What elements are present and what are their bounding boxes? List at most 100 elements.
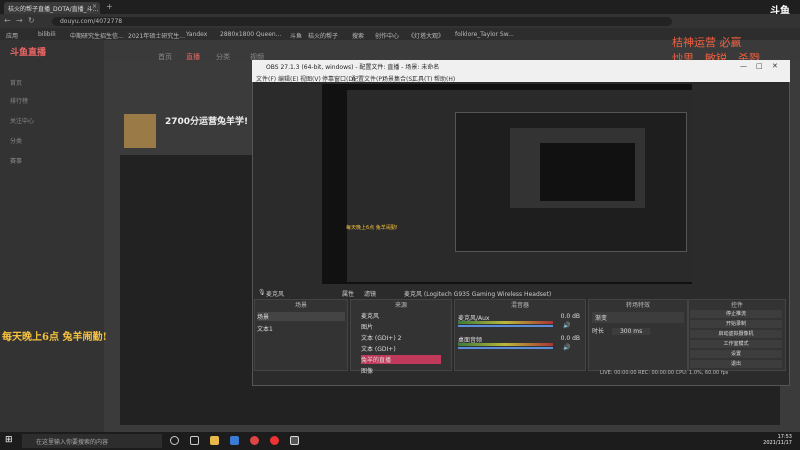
taskbar-search[interactable]: 在这里输入你要搜索的内容 xyxy=(22,434,162,448)
studio-mode-button[interactable]: 工作室模式 xyxy=(690,340,782,348)
close-icon[interactable]: ✕ xyxy=(772,62,778,70)
source-item[interactable]: 文本 (GDI+) 2 xyxy=(361,333,441,342)
promo-text: 每天晚上6点 兔羊闹勤! xyxy=(2,332,107,343)
nav-category[interactable]: 分类 xyxy=(216,52,230,62)
menu-edit[interactable]: 编辑(E) xyxy=(278,74,298,83)
obs-taskbar-icon[interactable] xyxy=(290,436,299,445)
sidebar-item-events[interactable]: 赛事 xyxy=(10,156,22,165)
toolbar-source-name: 麦克风 xyxy=(266,291,285,298)
bookmark[interactable]: folklore_Taylor Sw... xyxy=(455,31,514,38)
streamer-avatar[interactable] xyxy=(124,114,156,148)
edge-icon[interactable] xyxy=(230,436,239,445)
sources-dock: 来源 麦克风 图片 文本 (GDI+) 2 文本 (GDI+) 兔羊的直播 图像 xyxy=(350,299,452,375)
bookmark[interactable]: 创作中心 xyxy=(375,31,399,40)
menu-docks[interactable]: 停靠窗口(D) xyxy=(322,74,355,83)
source-item[interactable]: 图像 xyxy=(361,366,441,375)
sources-header: 来源 xyxy=(394,302,407,309)
transitions-dock: 转场特效 渐变 时长 300 ms xyxy=(588,299,688,371)
new-tab-icon[interactable]: + xyxy=(106,2,113,11)
bookmark[interactable]: 桔火的帮子 xyxy=(308,31,338,40)
nav-home[interactable]: 首页 xyxy=(158,52,172,62)
menu-scene-collection[interactable]: 场景集合(S) xyxy=(382,74,415,83)
sidebar-item-follow[interactable]: 关注中心 xyxy=(10,116,34,125)
duration-label: 时长 xyxy=(592,328,605,335)
minimize-icon[interactable]: — xyxy=(740,62,747,70)
source-item-selected[interactable]: 兔羊的直播 xyxy=(361,355,441,364)
scenes-header: 场景 xyxy=(294,302,307,309)
netease-music-icon[interactable] xyxy=(270,436,279,445)
clock-date: 2021/11/17 xyxy=(763,440,792,446)
speaker-icon[interactable]: 🔊 xyxy=(563,344,570,351)
mixer-dock: 混音器 麦克风/Aux 0.0 dB 🔊 桌面音频 0.0 dB 🔊 xyxy=(454,299,586,371)
filters-button[interactable]: 滤镜 xyxy=(364,289,376,298)
scenes-dock: 场景 场景 文本1 xyxy=(254,299,348,371)
sidebar-item-category[interactable]: 分类 xyxy=(10,136,22,145)
menu-view[interactable]: 视图(V) xyxy=(300,74,321,83)
tab-bar xyxy=(0,0,800,14)
menu-file[interactable]: 文件(F) xyxy=(256,74,276,83)
mixer-header: 混音器 xyxy=(510,302,529,309)
url-field[interactable]: douyu.com/4072778 xyxy=(52,17,672,26)
controls-header: 控件 xyxy=(730,302,743,309)
preview-overlay-text: 每天晚上6点 兔羊闹勤! xyxy=(346,225,398,231)
transition-select[interactable]: 渐变 xyxy=(592,312,684,323)
menu-tools[interactable]: 工具(T) xyxy=(412,74,432,83)
nav-live[interactable]: 直播 xyxy=(186,52,200,62)
volume-slider[interactable] xyxy=(458,325,553,327)
task-view-icon[interactable] xyxy=(190,436,199,445)
bookmark[interactable]: 斗鱼 xyxy=(290,31,302,40)
volume-meter xyxy=(458,321,553,324)
start-virtual-camera-button[interactable]: 启动虚拟摄像机 xyxy=(690,330,782,338)
bookmark[interactable]: 搜索 xyxy=(352,31,364,40)
obs-title-bar: OBS 27.1.3 (64-bit, windows) - 配置文件: 直播 … xyxy=(252,60,790,72)
sidebar-item-home[interactable]: 首页 xyxy=(10,78,22,87)
settings-button[interactable]: 设置 xyxy=(690,350,782,358)
duration-input[interactable]: 300 ms xyxy=(611,328,651,335)
source-item[interactable]: 文本 (GDI+) xyxy=(361,344,441,353)
browser-tab[interactable]: 桔火的帮子直播_DOTA/直播_斗... xyxy=(4,2,100,14)
scene-item[interactable]: 文本1 xyxy=(257,324,345,333)
maximize-icon[interactable]: □ xyxy=(756,62,763,70)
forward-icon[interactable]: → xyxy=(16,16,23,25)
bookmark-apps[interactable]: 应用 xyxy=(6,31,18,40)
source-item[interactable]: 麦克风 xyxy=(361,311,441,320)
start-recording-button[interactable]: 开始录制 xyxy=(690,320,782,328)
exit-button[interactable]: 退出 xyxy=(690,360,782,368)
mixer-channel-db: 0.0 dB xyxy=(560,313,580,320)
bookmark[interactable]: 《灯塔大观》 xyxy=(408,31,444,40)
reload-icon[interactable]: ↻ xyxy=(28,16,35,25)
bookmark[interactable]: 2021年硕士研究生... xyxy=(128,31,185,40)
file-explorer-icon[interactable] xyxy=(210,436,219,445)
bookmark[interactable]: 2880x1800 Queen... xyxy=(220,31,281,38)
speaker-icon[interactable]: 🔊 xyxy=(563,322,570,329)
properties-button[interactable]: 属性 xyxy=(342,289,354,298)
source-item[interactable]: 图片 xyxy=(361,322,441,331)
stop-streaming-button[interactable]: 停止推流 xyxy=(690,310,782,318)
bookmark[interactable]: Yandex xyxy=(186,31,207,38)
system-clock[interactable]: 17:53 2021/11/17 xyxy=(752,434,792,446)
scene-item[interactable]: 场景 xyxy=(257,312,345,321)
chrome-icon[interactable] xyxy=(250,436,259,445)
obs-status-footer: LIVE: 00:00:00 REC: 00:00:00 CPU: 1.0%, … xyxy=(600,370,729,376)
back-icon[interactable]: ← xyxy=(4,16,11,25)
mixer-channel-db: 0.0 dB xyxy=(560,335,580,342)
source-toolbar: 🎙 麦克风 属性 滤镜 麦克风 (Logitech G935 Gaming Wi… xyxy=(254,288,788,298)
cortana-icon[interactable] xyxy=(170,436,179,445)
menu-profile[interactable]: 配置文件(P) xyxy=(352,74,384,83)
sidebar-item-rank[interactable]: 排行榜 xyxy=(10,96,28,105)
mixer-channel: 麦克风/Aux 0.0 dB 🔊 xyxy=(458,313,582,331)
mic-icon: 🎙 xyxy=(258,289,266,296)
transitions-header: 转场特效 xyxy=(625,302,650,309)
site-logo[interactable]: 斗鱼直播 xyxy=(10,45,46,58)
close-tab-icon[interactable]: × xyxy=(92,3,97,10)
device-select[interactable]: 麦克风 (Logitech G935 Gaming Wireless Heads… xyxy=(404,289,551,298)
bookmark[interactable]: 中期研究生招生信... xyxy=(70,31,124,40)
volume-slider[interactable] xyxy=(458,347,553,349)
bookmark[interactable]: bilibili xyxy=(38,31,56,38)
watermark-line-1: 桔神运营 必赢 xyxy=(672,36,742,49)
room-title: 2700分运营兔羊学! xyxy=(165,117,249,127)
windows-start-icon[interactable]: ⊞ xyxy=(5,435,13,445)
volume-meter xyxy=(458,343,553,346)
mixer-channel: 桌面音频 0.0 dB 🔊 xyxy=(458,335,582,353)
menu-help[interactable]: 帮助(H) xyxy=(434,74,455,83)
